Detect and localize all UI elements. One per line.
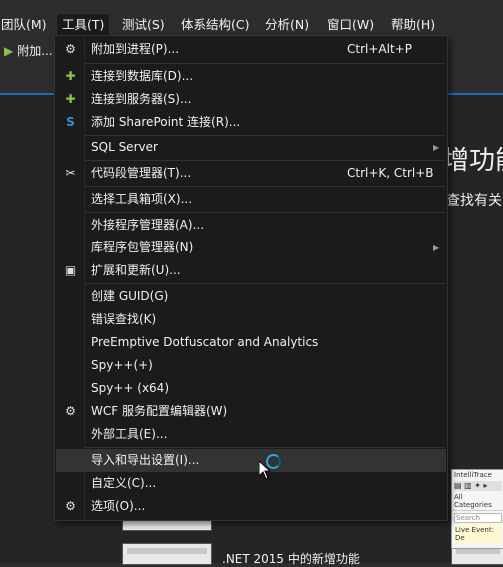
menu-item-label: SQL Server	[91, 140, 158, 154]
menu-item-options[interactable]: ⚙ 选项(O)...	[56, 495, 446, 518]
menu-item-connect-server[interactable]: ✚ 连接到服务器(S)...	[56, 88, 446, 111]
menu-item-label: 库程序包管理器(N)	[91, 240, 194, 254]
menu-item-label: WCF 服务配置编辑器(W)	[91, 404, 228, 418]
news-title[interactable]: .NET 2015 中的新增功能	[222, 550, 360, 567]
menu-item-attach-process[interactable]: ⚙ 附加到进程(P)... Ctrl+Alt+P	[56, 38, 446, 61]
menu-item-label: 连接到数据库(D)...	[91, 69, 194, 83]
menu-item-shortcut: Ctrl+Alt+P	[347, 42, 412, 56]
menu-item-label: 自定义(C)...	[91, 476, 157, 490]
intellitrace-title: IntelliTrace	[454, 471, 492, 479]
start-page-subtext: 查找有关	[446, 193, 502, 209]
menu-item-library-package-manager[interactable]: 库程序包管理器(N) ▶	[56, 236, 446, 259]
attach-process-icon: ⚙	[65, 42, 76, 56]
menu-item-label: Spy++ (x64)	[91, 381, 169, 395]
menu-help[interactable]: 帮助(H)	[386, 14, 440, 36]
connect-server-icon: ✚	[65, 92, 76, 106]
menu-item-sharepoint[interactable]: S 添加 SharePoint 连接(R)...	[56, 111, 446, 134]
menu-bar: 团队(M) 工具(T) 测试(S) 体系结构(C) 分析(N) 窗口(W) 帮助…	[0, 0, 503, 36]
menu-team[interactable]: 团队(M)	[0, 14, 52, 36]
menu-item-label: Spy++(+)	[91, 358, 153, 372]
menu-window[interactable]: 窗口(W)	[322, 14, 379, 36]
menu-separator	[85, 447, 445, 448]
menu-item-label: PreEmptive Dotfuscator and Analytics	[91, 335, 319, 349]
menu-item-label: 代码段管理器(T)...	[91, 166, 192, 180]
news-thumbnail[interactable]	[122, 543, 212, 565]
menu-item-connect-database[interactable]: ✚ 连接到数据库(D)...	[56, 65, 446, 88]
menu-item-label: 添加 SharePoint 连接(R)...	[91, 115, 241, 129]
menu-separator	[85, 63, 445, 64]
intellitrace-live-event: Live Event: De	[454, 525, 502, 543]
menu-item-spy-plus[interactable]: Spy++(+)	[56, 354, 446, 377]
extensions-icon: ▣	[64, 263, 77, 277]
menu-separator	[85, 212, 445, 213]
menu-item-sql-server[interactable]: SQL Server ▶	[56, 136, 446, 159]
menu-item-external-tools[interactable]: 外部工具(E)...	[56, 423, 446, 446]
intellitrace-search: Search	[454, 513, 502, 523]
menu-item-extensions-updates[interactable]: ▣ 扩展和更新(U)...	[56, 259, 446, 282]
menu-item-label: 外部工具(E)...	[91, 427, 168, 441]
menu-item-label: 扩展和更新(U)...	[91, 263, 181, 277]
menu-item-label: 选择工具箱项(X)...	[91, 192, 193, 206]
menu-item-import-export-settings[interactable]: 导入和导出设置(I)...	[56, 449, 446, 472]
menu-item-error-lookup[interactable]: 错误查找(K)	[56, 308, 446, 331]
menu-item-code-snippets[interactable]: ✂ 代码段管理器(T)... Ctrl+K, Ctrl+B	[56, 162, 446, 185]
menu-item-spy-x64[interactable]: Spy++ (x64)	[56, 377, 446, 400]
menu-separator	[85, 186, 445, 187]
menu-tools[interactable]: 工具(T)	[56, 13, 111, 36]
submenu-arrow-icon: ▶	[433, 243, 440, 252]
menu-analyze[interactable]: 分析(N)	[260, 14, 314, 36]
tools-menu-dropdown: ⚙ 附加到进程(P)... Ctrl+Alt+P ✚ 连接到数据库(D)... …	[54, 35, 448, 521]
connect-database-icon: ✚	[65, 69, 76, 83]
attach-button[interactable]: ▶ 附加...	[4, 42, 53, 60]
menu-test[interactable]: 测试(S)	[117, 14, 170, 36]
menu-item-label: 附加到进程(P)...	[91, 42, 180, 56]
gear-icon: ⚙	[65, 499, 76, 513]
intellitrace-preview: IntelliTrace ▤ ▥ ✦ ▸ All Categories Sear…	[451, 469, 503, 549]
menu-architecture[interactable]: 体系结构(C)	[176, 14, 254, 36]
menu-item-label: 导入和导出设置(I)...	[91, 453, 200, 467]
menu-item-dotfuscator[interactable]: PreEmptive Dotfuscator and Analytics	[56, 331, 446, 354]
menu-item-customize[interactable]: 自定义(C)...	[56, 472, 446, 495]
menu-item-addin-manager[interactable]: 外接程序管理器(A)...	[56, 214, 446, 237]
menu-item-shortcut: Ctrl+K, Ctrl+B	[347, 166, 434, 180]
menu-item-label: 错误查找(K)	[91, 312, 157, 326]
intellitrace-toolbar: ▤ ▥ ✦ ▸	[454, 481, 502, 491]
mouse-cursor-icon	[259, 461, 271, 480]
menu-separator	[85, 283, 445, 284]
menu-item-wcf-config-editor[interactable]: ⚙ WCF 服务配置编辑器(W)	[56, 400, 446, 423]
attach-label: 附加...	[17, 44, 53, 58]
menu-item-toolbox-items[interactable]: 选择工具箱项(X)...	[56, 188, 446, 211]
menu-item-label: 连接到服务器(S)...	[91, 92, 192, 106]
wcf-config-icon: ⚙	[65, 404, 76, 418]
code-snippet-icon: ✂	[65, 166, 76, 180]
menu-item-create-guid[interactable]: 创建 GUID(G)	[56, 285, 446, 308]
play-icon: ▶	[4, 44, 14, 58]
start-page-heading: 增功能	[443, 146, 503, 176]
intellitrace-categories: All Categories	[452, 492, 503, 511]
submenu-arrow-icon: ▶	[433, 143, 440, 152]
menu-item-label: 外接程序管理器(A)...	[91, 218, 205, 232]
menu-item-label: 选项(O)...	[91, 499, 146, 513]
sharepoint-icon: S	[66, 115, 75, 129]
menu-separator	[85, 160, 445, 161]
menu-item-label: 创建 GUID(G)	[91, 289, 169, 303]
